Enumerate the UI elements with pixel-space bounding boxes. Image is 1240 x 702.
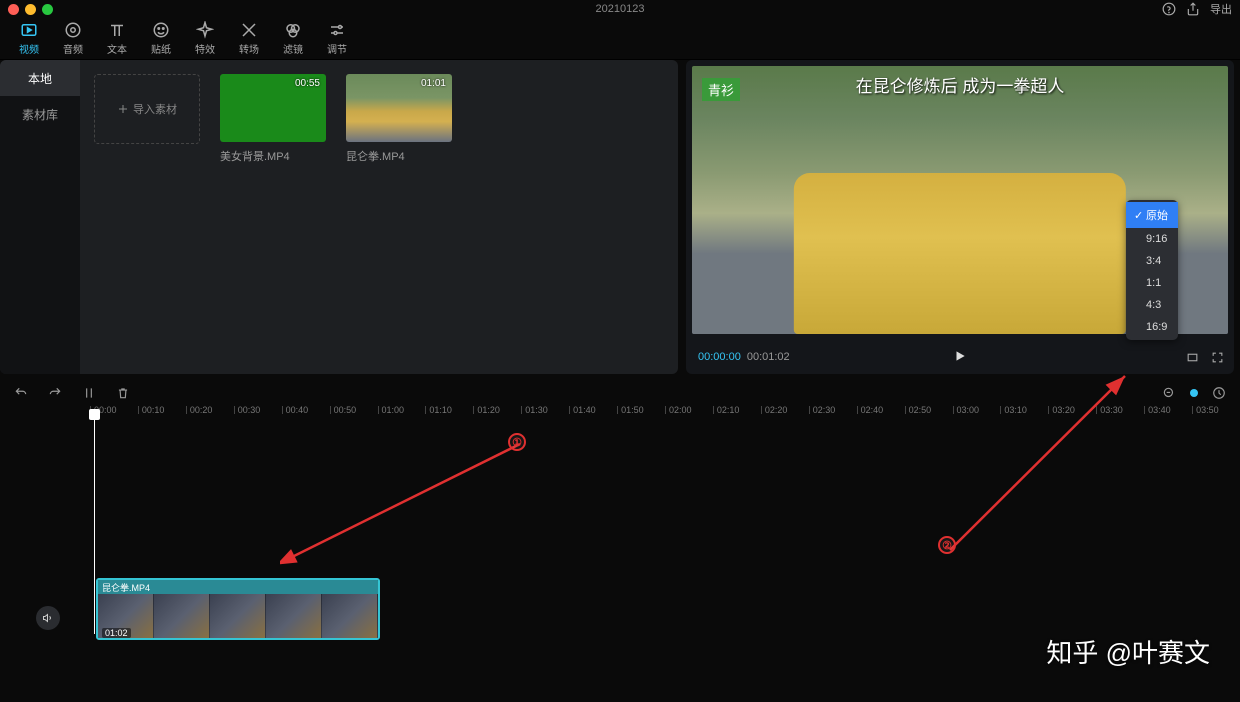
aspect-ratio-menu[interactable]: ✓原始 9:16 3:4 1:1 4:3 16:9	[1126, 200, 1178, 340]
video-subtitle: 在昆仑修炼后 成为一拳超人	[856, 72, 1065, 97]
share-icon[interactable]	[1186, 2, 1200, 16]
export-button[interactable]: 导出	[1210, 1, 1232, 17]
main-toolbar: 视频 音频 文本 贴纸 特效 转场 滤镜 调节	[0, 18, 1240, 60]
ratio-option[interactable]: 9:16	[1126, 228, 1178, 250]
media-panel: 本地 素材库 导入素材 00:55 美女背景.MP4 01:01 昆仑拳.MP4	[0, 60, 678, 374]
minimize-icon[interactable]	[25, 4, 36, 15]
tab-video[interactable]: 视频	[8, 19, 50, 59]
asset-name: 美女背景.MP4	[220, 148, 326, 164]
preview-panel: 青衫 在昆仑修炼后 成为一拳超人 00:00:00 00:01:02 ✓原始 9…	[686, 60, 1234, 374]
current-time: 00:00:00	[698, 351, 741, 363]
clip-name: 昆仑拳.MP4	[102, 581, 150, 594]
zoom-indicator[interactable]	[1190, 389, 1198, 397]
plus-icon	[117, 103, 129, 115]
tab-effect[interactable]: 特效	[184, 19, 226, 59]
asset-thumbnail: 01:01	[346, 74, 452, 142]
ratio-option[interactable]: 1:1	[1126, 272, 1178, 294]
playhead[interactable]	[94, 414, 95, 634]
clip-duration: 01:02	[102, 628, 131, 638]
annotation-marker-2: ②	[938, 536, 956, 554]
watermark: 知乎 @叶赛文	[1046, 633, 1210, 670]
asset-item[interactable]: 00:55 美女背景.MP4	[220, 74, 326, 164]
tab-transition[interactable]: 转场	[228, 19, 270, 59]
ratio-option[interactable]: 4:3	[1126, 294, 1178, 316]
titlebar: 20210123 导出	[0, 0, 1240, 18]
mute-button[interactable]	[36, 606, 60, 630]
delete-icon[interactable]	[116, 386, 130, 400]
tab-adjust[interactable]: 调节	[316, 19, 358, 59]
import-button[interactable]: 导入素材	[94, 74, 200, 144]
ratio-option[interactable]: ✓原始	[1126, 202, 1178, 228]
tab-audio[interactable]: 音频	[52, 19, 94, 59]
zoom-fit-icon[interactable]	[1212, 386, 1226, 400]
help-icon[interactable]	[1162, 2, 1176, 16]
maximize-icon[interactable]	[42, 4, 53, 15]
timeline-ruler[interactable]: 00:0000:1000:2000:3000:4000:5001:0001:10…	[90, 406, 1240, 428]
undo-icon[interactable]	[14, 386, 28, 400]
tab-text[interactable]: 文本	[96, 19, 138, 59]
annotation-marker-1: ①	[508, 433, 526, 451]
timeline-toolbar	[0, 380, 1240, 406]
asset-thumbnail: 00:55	[220, 74, 326, 142]
total-duration: 00:01:02	[747, 351, 790, 363]
sidetab-local[interactable]: 本地	[0, 60, 80, 96]
ratio-option[interactable]: 16:9	[1126, 316, 1178, 338]
sidetab-library[interactable]: 素材库	[0, 96, 80, 132]
video-tag: 青衫	[702, 78, 740, 101]
asset-item[interactable]: 01:01 昆仑拳.MP4	[346, 74, 452, 164]
zoom-out-icon[interactable]	[1162, 386, 1176, 400]
video-clip[interactable]: 昆仑拳.MP4 01:02	[96, 578, 380, 640]
tab-filter[interactable]: 滤镜	[272, 19, 314, 59]
redo-icon[interactable]	[48, 386, 62, 400]
play-button[interactable]	[953, 349, 967, 366]
ratio-icon[interactable]	[1186, 351, 1199, 364]
fullscreen-icon[interactable]	[1211, 351, 1224, 364]
window-controls[interactable]	[8, 4, 53, 15]
project-title: 20210123	[596, 3, 645, 15]
ratio-option[interactable]: 3:4	[1126, 250, 1178, 272]
tab-sticker[interactable]: 贴纸	[140, 19, 182, 59]
close-icon[interactable]	[8, 4, 19, 15]
split-icon[interactable]	[82, 386, 96, 400]
asset-name: 昆仑拳.MP4	[346, 148, 452, 164]
